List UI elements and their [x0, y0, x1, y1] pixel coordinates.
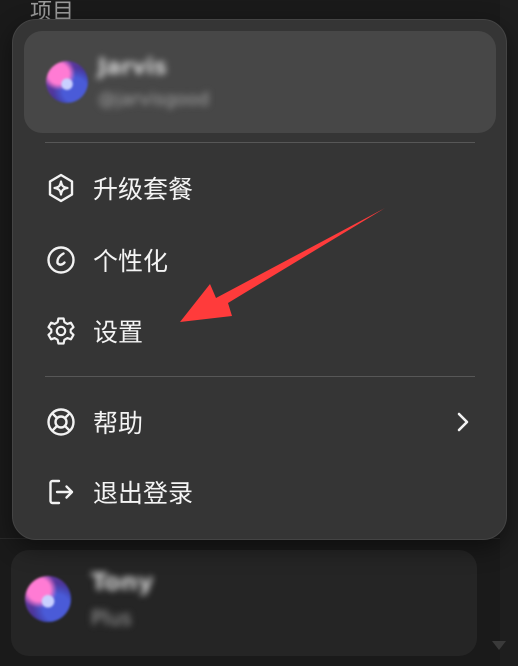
profile-name: Tony — [91, 568, 154, 596]
personalize-icon — [47, 246, 75, 274]
menu-divider — [45, 142, 475, 143]
menu-item-label: 升级套餐 — [93, 175, 194, 204]
menu-item-upgrade-plan[interactable]: 升级套餐 — [45, 160, 485, 216]
menu-item-logout[interactable]: 退出登录 — [45, 464, 485, 520]
menu-item-label: 设置 — [93, 318, 144, 347]
sparkle-hexagon-icon — [48, 173, 74, 203]
menu-item-label: 个性化 — [93, 247, 169, 276]
chevron-right-icon — [457, 412, 469, 432]
account-handle: @jarvisgood — [98, 89, 210, 110]
profile-plan: Plus — [91, 606, 132, 630]
account-name: Jarvis — [98, 55, 167, 80]
menu-item-personalize[interactable]: 个性化 — [45, 232, 485, 288]
avatar — [25, 576, 71, 622]
menu-item-help[interactable]: 帮助 — [45, 394, 485, 450]
menu-divider — [45, 376, 475, 377]
menu-item-label: 退出登录 — [93, 479, 194, 508]
menu-item-label: 帮助 — [93, 409, 144, 438]
gear-icon — [47, 317, 75, 345]
menu-item-settings[interactable]: 设置 — [45, 303, 485, 359]
account-menu: Jarvis @jarvisgood 升级套餐 个性化 设置 帮助 退出登录 — [12, 19, 507, 540]
logout-icon — [49, 479, 74, 505]
avatar — [46, 61, 88, 103]
scroll-down-icon[interactable] — [492, 641, 506, 650]
lifebuoy-icon — [47, 408, 75, 436]
profile-button[interactable]: Tony Plus — [11, 550, 477, 656]
account-card[interactable]: Jarvis @jarvisgood — [24, 31, 496, 133]
